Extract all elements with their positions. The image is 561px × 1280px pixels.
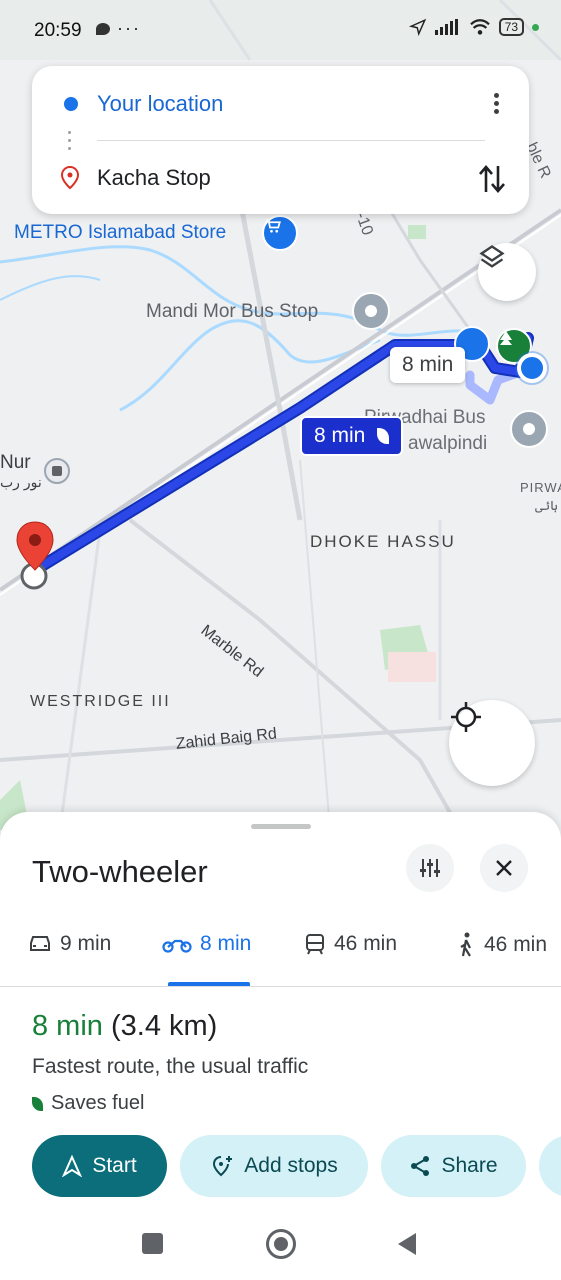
status-time: 20:59 (34, 20, 82, 41)
start-button[interactable]: Start (32, 1135, 167, 1197)
bus-stop-icon[interactable] (352, 292, 390, 330)
tab-transit-time: 46 min (334, 932, 398, 955)
more-actions-chip[interactable] (539, 1135, 561, 1197)
origin-field[interactable]: Your location (97, 91, 223, 117)
crosshair-icon (451, 702, 481, 732)
location-arrow-icon (408, 18, 426, 36)
destination-pin-icon (14, 520, 56, 592)
fuel-savings-label: Saves fuel (51, 1092, 145, 1114)
route-options-button[interactable] (406, 844, 454, 892)
signal-icon (434, 19, 458, 35)
shopping-cart-icon[interactable] (262, 215, 298, 251)
car-icon (30, 936, 50, 951)
share-label: Share (441, 1154, 498, 1177)
tab-two-wheeler[interactable]: 8 min (162, 932, 251, 956)
map-label-nur: Nur (0, 452, 31, 473)
layers-button[interactable] (478, 243, 536, 301)
tab-transit[interactable]: 46 min (304, 932, 397, 956)
route-time-bubble-primary[interactable]: 8 min (300, 416, 404, 456)
more-notifications-icon: ··· (117, 18, 141, 38)
tab-two-wheeler-time: 8 min (200, 932, 252, 955)
privacy-indicator-icon (532, 23, 539, 31)
recenter-button[interactable] (449, 700, 535, 786)
fuel-savings: Saves fuel (32, 1092, 144, 1115)
share-button[interactable]: Share (381, 1135, 526, 1197)
home-button[interactable] (266, 1229, 296, 1259)
tab-walk-time: 46 min (484, 933, 548, 956)
wifi-icon (469, 19, 490, 35)
route-time-bubble-alt[interactable]: 8 min (390, 347, 466, 383)
tab-car-time: 9 min (60, 932, 112, 955)
close-icon (496, 860, 512, 876)
route-time-primary: 8 min (314, 424, 366, 447)
destination-row[interactable]: Kacha Stop (32, 148, 529, 208)
map-label-metro-store: METRO Islamabad Store (14, 222, 227, 243)
destination-marker-icon (60, 166, 80, 190)
swap-icon[interactable] (477, 162, 507, 196)
start-label: Start (92, 1154, 137, 1177)
walk-icon (460, 932, 471, 957)
tune-icon (420, 859, 440, 877)
navigation-arrow-icon (62, 1155, 83, 1177)
leaf-icon (32, 1096, 43, 1111)
eta-time: 8 min (32, 1010, 103, 1042)
motorcycle-icon (162, 939, 192, 953)
map-label-pirwa-urdu: ہائی (535, 498, 558, 513)
map-label-mandi-mor: Mandi Mor Bus Stop (146, 301, 319, 322)
map-label-dhoke-hassu: DHOKE HASSU (310, 532, 456, 551)
leaf-icon (377, 428, 390, 445)
route-description: Fastest route, the usual traffic (32, 1055, 309, 1078)
transit-icon (306, 934, 324, 955)
sheet-title: Two-wheeler (32, 854, 208, 889)
back-button[interactable] (396, 1231, 418, 1257)
map-label-pirwa: PIRWA (520, 480, 561, 495)
origin-dot-icon (64, 97, 78, 111)
map-label-rawalpindi: awalpindi (408, 433, 488, 454)
route-time-alt: 8 min (402, 353, 454, 376)
current-location-icon (517, 353, 547, 383)
divider (0, 986, 561, 987)
add-location-icon (213, 1156, 233, 1177)
system-nav-bar (0, 1205, 561, 1280)
drag-handle[interactable] (251, 824, 311, 829)
divider (97, 140, 485, 141)
notification-icons: ··· (96, 18, 141, 39)
tab-walk[interactable]: 46 min (456, 932, 547, 958)
recents-button[interactable] (142, 1233, 163, 1254)
close-button[interactable] (480, 844, 528, 892)
origin-row[interactable]: Your location (32, 74, 529, 134)
travel-mode-tabs: 9 min 8 min 46 min 46 min (0, 920, 561, 988)
destination-field[interactable]: Kacha Stop (97, 165, 211, 191)
tab-car[interactable]: 9 min (28, 932, 111, 956)
layers-icon (479, 245, 505, 268)
route-summary: 8 min (3.4 km) (32, 1010, 217, 1043)
battery-icon: 73 (498, 18, 524, 36)
status-bar: 20:59 ··· 73 (0, 0, 561, 60)
more-options-button[interactable] (491, 90, 501, 120)
bus-stop-icon[interactable] (510, 410, 548, 448)
status-right: 73 (408, 18, 539, 36)
directions-card: Your location Kacha Stop (32, 66, 529, 214)
share-icon (411, 1156, 430, 1176)
add-stops-button[interactable]: Add stops (180, 1135, 368, 1197)
add-stops-label: Add stops (244, 1154, 338, 1177)
route-distance: (3.4 km) (110, 1010, 218, 1042)
chat-bubble-icon (96, 23, 110, 36)
map-label-westridge: WESTRIDGE III (30, 693, 171, 710)
map-label-nur-urdu: نور رب (0, 474, 42, 490)
train-station-icon[interactable] (44, 458, 70, 484)
